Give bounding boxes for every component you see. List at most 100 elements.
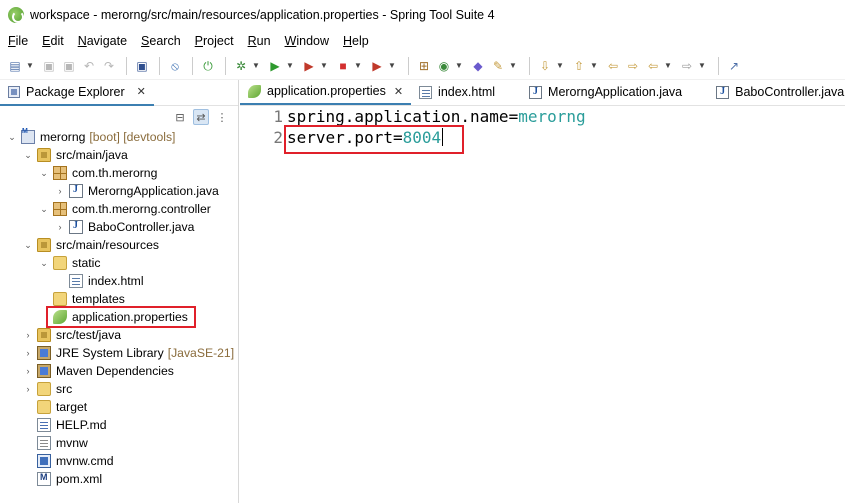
stop-dropdown-icon[interactable]: ▼ — [354, 57, 362, 75]
code-line[interactable]: spring.application.name=merorng — [287, 107, 586, 126]
line-number: 1 — [273, 107, 283, 126]
stop-icon[interactable]: ■ — [334, 57, 352, 75]
tree-item-package-controller[interactable]: ⌄ com.th.merorng.controller — [38, 200, 211, 218]
tab-application-properties[interactable]: application.properties ✕ — [240, 79, 412, 105]
library-icon — [37, 364, 51, 378]
prev-annotation-icon[interactable]: ⇧ — [570, 57, 588, 75]
run-icon[interactable]: ▶ — [266, 57, 284, 75]
new-class-icon[interactable]: ◉ — [435, 57, 453, 75]
chevron-down-icon[interactable]: ⌄ — [38, 200, 50, 218]
forward-icon[interactable]: ⇨ — [678, 57, 696, 75]
menu-search[interactable]: Search — [137, 34, 185, 48]
tree-item-pom-xml[interactable]: pom.xml — [22, 470, 102, 488]
tree-item-babo-controller[interactable]: › BaboController.java — [54, 218, 194, 236]
menu-window[interactable]: Window — [281, 34, 333, 48]
chevron-down-icon[interactable]: ⌄ — [22, 146, 34, 164]
chevron-right-icon[interactable]: › — [54, 182, 66, 200]
menu-navigate[interactable]: Navigate — [74, 34, 131, 48]
search-tool-dropdown-icon[interactable]: ▼ — [509, 57, 517, 75]
debug-icon[interactable]: ✲ — [232, 57, 250, 75]
menu-run[interactable]: Run — [244, 34, 275, 48]
new-package-icon[interactable]: ⊞ — [415, 57, 433, 75]
tree-item-src[interactable]: › src — [22, 380, 72, 398]
tree-item-label: src/main/resources — [56, 238, 159, 252]
toolbar-separator — [408, 56, 409, 75]
pin-editor-icon[interactable]: ↗ — [725, 57, 743, 75]
toolbar-separator — [529, 56, 530, 75]
collapse-all-icon[interactable]: ⊟ — [172, 109, 188, 125]
open-type-icon[interactable]: ◆ — [469, 57, 487, 75]
forward-edit-icon[interactable]: ⇨ — [624, 57, 642, 75]
next-annotation-dropdown-icon[interactable]: ▼ — [556, 57, 564, 75]
tree-item-mvnw-cmd[interactable]: mvnw.cmd — [22, 452, 114, 470]
tree-item-package-merorng[interactable]: ⌄ com.th.merorng — [38, 164, 157, 182]
tab-merorng-application[interactable]: MerorngApplication.java — [521, 79, 690, 105]
boot-dashboard-icon[interactable]: ⏻ — [199, 57, 217, 75]
tree-item-label: src/test/java — [56, 328, 122, 342]
save-all-icon[interactable]: ▣ — [60, 57, 78, 75]
debug-dropdown-icon[interactable]: ▼ — [252, 57, 260, 75]
relaunch-icon[interactable]: ▶ — [368, 57, 386, 75]
undo-icon[interactable]: ↶ — [80, 57, 98, 75]
skip-breakpoints-icon[interactable]: ⦸ — [166, 57, 184, 75]
prev-annotation-dropdown-icon[interactable]: ▼ — [590, 57, 598, 75]
chevron-right-icon[interactable]: › — [22, 326, 34, 344]
new-icon[interactable]: ▤ — [6, 57, 24, 75]
chevron-down-icon[interactable]: ⌄ — [6, 128, 18, 146]
tree-item-src-main-resources[interactable]: ⌄ src/main/resources — [22, 236, 159, 254]
chevron-down-icon[interactable]: ⌄ — [38, 164, 50, 182]
view-menu-icon[interactable]: ⋮ — [214, 109, 230, 125]
tree-item-src-test-java[interactable]: › src/test/java — [22, 326, 121, 344]
close-icon[interactable]: ✕ — [394, 85, 403, 98]
tree-item-maven-dependencies[interactable]: › Maven Dependencies — [22, 362, 174, 380]
package-explorer-icon — [8, 85, 20, 98]
link-with-editor-icon[interactable]: ⇄ — [193, 109, 209, 125]
chevron-right-icon[interactable]: › — [22, 362, 34, 380]
forward-dropdown-icon[interactable]: ▼ — [698, 57, 706, 75]
title-bar: workspace - merorng/src/main/resources/a… — [0, 0, 845, 30]
back-dropdown-icon[interactable]: ▼ — [664, 57, 672, 75]
new-class-dropdown-icon[interactable]: ▼ — [455, 57, 463, 75]
search-tool-icon[interactable]: ✎ — [489, 57, 507, 75]
terminal-icon[interactable]: ▣ — [133, 57, 151, 75]
relaunch-dropdown-icon[interactable]: ▼ — [388, 57, 396, 75]
redo-icon[interactable]: ↷ — [100, 57, 118, 75]
new-dropdown-icon[interactable]: ▼ — [26, 57, 34, 75]
tab-label: application.properties — [267, 84, 386, 98]
tab-babo-controller[interactable]: BaboController.java — [708, 79, 845, 105]
menu-file[interactable]: File — [4, 34, 32, 48]
tree-item-src-main-java[interactable]: ⌄ src/main/java — [22, 146, 128, 164]
tree-item-target[interactable]: target — [22, 398, 87, 416]
menu-help[interactable]: Help — [339, 34, 373, 48]
menu-project[interactable]: Project — [191, 34, 238, 48]
coverage-icon[interactable]: ▶ — [300, 57, 318, 75]
save-icon[interactable]: ▣ — [40, 57, 58, 75]
next-annotation-icon[interactable]: ⇩ — [536, 57, 554, 75]
tree-item-help-md[interactable]: HELP.md — [22, 416, 107, 434]
coverage-dropdown-icon[interactable]: ▼ — [320, 57, 328, 75]
chevron-down-icon[interactable]: ⌄ — [38, 254, 50, 272]
tab-package-explorer[interactable]: Package Explorer ✕ — [0, 79, 154, 106]
tree-item-merorng-application[interactable]: › MerorngApplication.java — [54, 182, 219, 200]
menu-run-label: un — [256, 34, 271, 48]
tree-item-mvnw[interactable]: mvnw — [22, 434, 88, 452]
chevron-down-icon[interactable]: ⌄ — [22, 236, 34, 254]
chevron-right-icon[interactable]: › — [54, 218, 66, 236]
menu-bar: File Edit Navigate Search Project Run Wi… — [0, 30, 845, 52]
tree-item-label: mvnw.cmd — [56, 454, 114, 468]
code-editor[interactable]: 1 2 spring.application.name=merorng serv… — [240, 106, 845, 503]
source-folder-icon — [37, 238, 51, 252]
close-icon[interactable]: ✕ — [137, 85, 146, 98]
chevron-right-icon[interactable]: › — [22, 380, 34, 398]
run-dropdown-icon[interactable]: ▼ — [286, 57, 294, 75]
tree-item-static[interactable]: ⌄ static — [38, 254, 100, 272]
last-edit-icon[interactable]: ⇦ — [604, 57, 622, 75]
menu-edit[interactable]: Edit — [38, 34, 68, 48]
tree-item-index-html[interactable]: index.html — [54, 272, 144, 290]
back-icon[interactable]: ⇦ — [644, 57, 662, 75]
tree-item-merorng[interactable]: ⌄ merorng [boot] [devtools] — [6, 128, 175, 146]
chevron-right-icon[interactable]: › — [22, 344, 34, 362]
tab-index-html[interactable]: index.html — [411, 79, 503, 105]
tree-item-jre-library[interactable]: › JRE System Library [JavaSE-21] — [22, 344, 234, 362]
